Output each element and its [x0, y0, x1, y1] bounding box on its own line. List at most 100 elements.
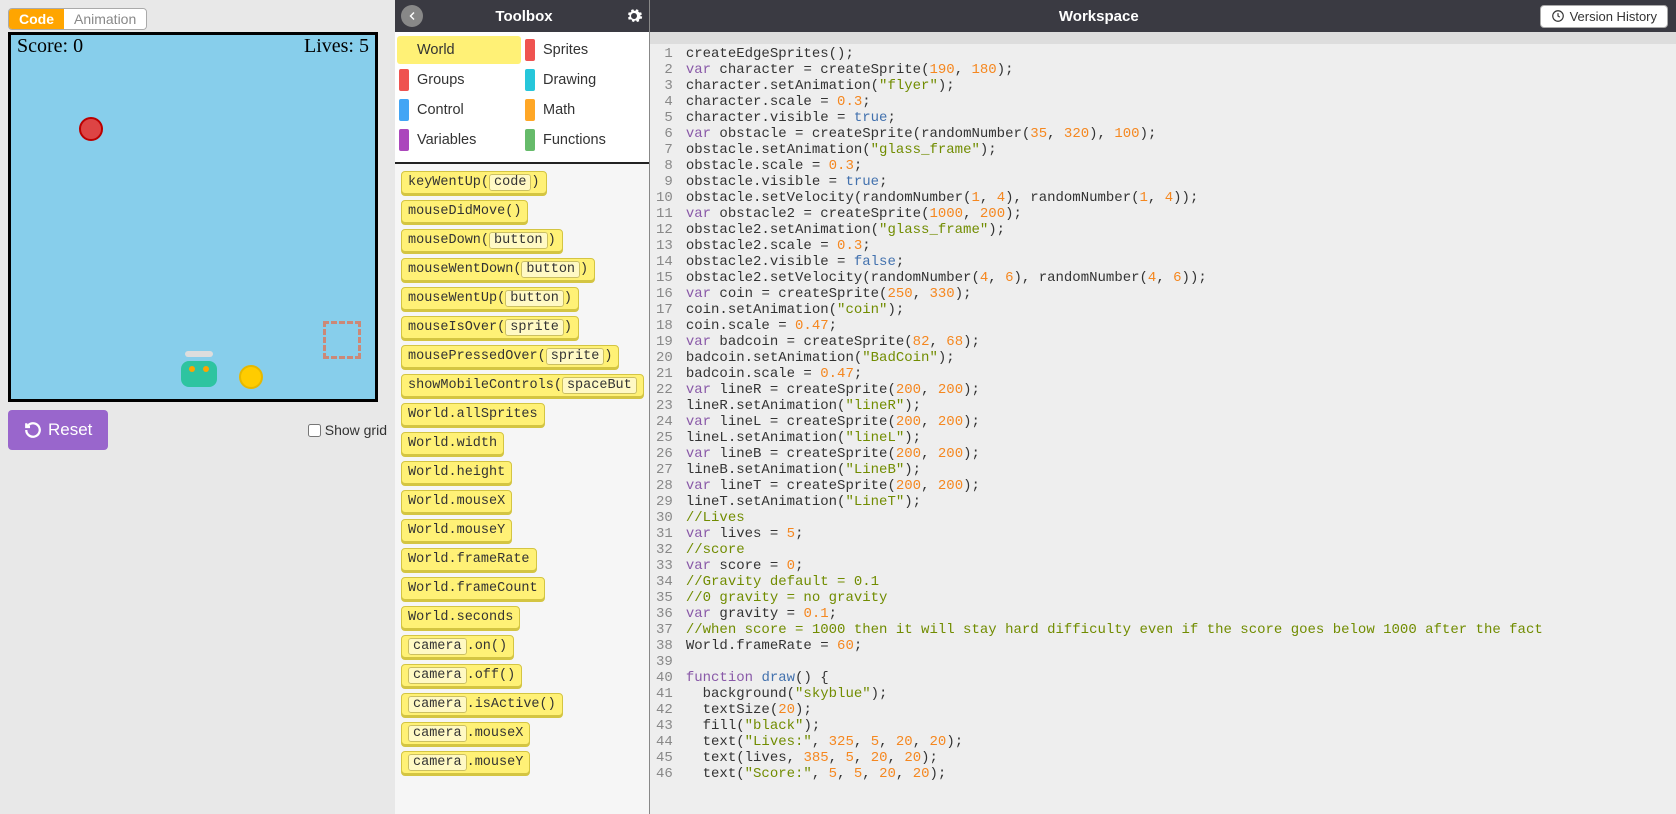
version-history-button[interactable]: Version History [1540, 5, 1668, 28]
horizontal-scrollbar[interactable] [650, 32, 1676, 44]
code-line[interactable]: lineT.setAnimation("LineT"); [686, 494, 1672, 510]
code-line[interactable]: var lineR = createSprite(200, 200); [686, 382, 1672, 398]
code-line[interactable]: character.visible = true; [686, 110, 1672, 126]
code-block[interactable]: mouseDidMove() [401, 200, 528, 223]
code-block[interactable]: camera.isActive() [401, 693, 563, 716]
workspace-header: Workspace Version History [650, 0, 1676, 32]
category-control[interactable]: Control [397, 96, 521, 124]
code-line[interactable]: obstacle.visible = true; [686, 174, 1672, 190]
code-line[interactable]: text("Lives:", 325, 5, 20, 20); [686, 734, 1672, 750]
code-line[interactable]: var lineL = createSprite(200, 200); [686, 414, 1672, 430]
line-number: 38 [656, 638, 673, 654]
code-line[interactable]: obstacle.setAnimation("glass_frame"); [686, 142, 1672, 158]
show-grid-control[interactable]: Show grid [308, 422, 387, 438]
code-block[interactable]: World.allSprites [401, 403, 545, 426]
line-number: 28 [656, 478, 673, 494]
game-canvas[interactable]: Score: 0 Lives: 5 [8, 32, 378, 402]
line-number: 1 [656, 46, 673, 62]
code-block[interactable]: camera.mouseY [401, 751, 530, 774]
show-grid-label: Show grid [325, 422, 387, 438]
code-line[interactable]: var obstacle = createSprite(randomNumber… [686, 126, 1672, 142]
category-label: Groups [417, 72, 465, 88]
show-grid-checkbox[interactable] [308, 424, 321, 437]
score-text: Score: 0 [17, 35, 83, 58]
code-block[interactable]: camera.mouseX [401, 722, 530, 745]
code-line[interactable]: //0 gravity = no gravity [686, 590, 1672, 606]
code-line[interactable]: World.frameRate = 60; [686, 638, 1672, 654]
code-block[interactable]: World.mouseX [401, 490, 512, 513]
category-groups[interactable]: Groups [397, 66, 521, 94]
code-block[interactable]: World.frameRate [401, 548, 537, 571]
code-line[interactable]: var lineT = createSprite(200, 200); [686, 478, 1672, 494]
code-line[interactable]: var character = createSprite(190, 180); [686, 62, 1672, 78]
code-block[interactable]: showMobileControls(spaceBut [401, 374, 644, 397]
code-line[interactable]: text("Score:", 5, 5, 20, 20); [686, 766, 1672, 782]
category-sprites[interactable]: Sprites [523, 36, 647, 64]
code-line[interactable]: //Gravity default = 0.1 [686, 574, 1672, 590]
code-line[interactable]: coin.setAnimation("coin"); [686, 302, 1672, 318]
code-line[interactable]: var score = 0; [686, 558, 1672, 574]
code-line[interactable]: obstacle2.visible = false; [686, 254, 1672, 270]
code-block[interactable]: World.height [401, 461, 512, 484]
category-drawing[interactable]: Drawing [523, 66, 647, 94]
code-line[interactable]: lineL.setAnimation("lineL"); [686, 430, 1672, 446]
line-number: 19 [656, 334, 673, 350]
line-number: 39 [656, 654, 673, 670]
code-line[interactable]: background("skyblue"); [686, 686, 1672, 702]
code-block[interactable]: keyWentUp(code) [401, 171, 547, 194]
code-line[interactable]: badcoin.scale = 0.47; [686, 366, 1672, 382]
tab-code[interactable]: Code [9, 9, 64, 29]
code-area[interactable]: createEdgeSprites();var character = crea… [682, 44, 1676, 814]
code-block[interactable]: World.seconds [401, 606, 520, 629]
code-line[interactable]: //Lives [686, 510, 1672, 526]
code-line[interactable]: character.setAnimation("flyer"); [686, 78, 1672, 94]
category-color-bar [525, 39, 535, 61]
code-line[interactable]: var coin = createSprite(250, 330); [686, 286, 1672, 302]
code-block[interactable]: mouseDown(button) [401, 229, 563, 252]
category-functions[interactable]: Functions [523, 126, 647, 154]
toolbox-back-button[interactable] [401, 5, 423, 27]
code-line[interactable]: var lineB = createSprite(200, 200); [686, 446, 1672, 462]
category-variables[interactable]: Variables [397, 126, 521, 154]
code-block[interactable]: mouseWentDown(button) [401, 258, 595, 281]
code-line[interactable]: var lives = 5; [686, 526, 1672, 542]
code-line[interactable]: //score [686, 542, 1672, 558]
code-line[interactable]: text(lives, 385, 5, 20, 20); [686, 750, 1672, 766]
code-line[interactable]: //when score = 1000 then it will stay ha… [686, 622, 1672, 638]
code-line[interactable]: lineR.setAnimation("lineR"); [686, 398, 1672, 414]
code-line[interactable]: coin.scale = 0.47; [686, 318, 1672, 334]
line-number: 35 [656, 590, 673, 606]
gear-icon[interactable] [625, 7, 643, 25]
reset-button[interactable]: Reset [8, 410, 108, 450]
code-line[interactable]: obstacle.setVelocity(randomNumber(1, 4),… [686, 190, 1672, 206]
code-line[interactable]: lineB.setAnimation("LineB"); [686, 462, 1672, 478]
code-block[interactable]: camera.off() [401, 664, 522, 687]
line-gutter: 1234567891011121314151617181920212223242… [650, 44, 682, 814]
code-line[interactable]: character.scale = 0.3; [686, 94, 1672, 110]
code-line[interactable]: obstacle.scale = 0.3; [686, 158, 1672, 174]
code-line[interactable]: createEdgeSprites(); [686, 46, 1672, 62]
code-line[interactable] [686, 654, 1672, 670]
code-block[interactable]: mousePressedOver(sprite) [401, 345, 619, 368]
code-line[interactable]: obstacle2.setAnimation("glass_frame"); [686, 222, 1672, 238]
code-line[interactable]: var gravity = 0.1; [686, 606, 1672, 622]
code-line[interactable]: textSize(20); [686, 702, 1672, 718]
code-block[interactable]: World.mouseY [401, 519, 512, 542]
code-line[interactable]: function draw() { [686, 670, 1672, 686]
code-block[interactable]: World.width [401, 432, 504, 455]
category-math[interactable]: Math [523, 96, 647, 124]
code-block[interactable]: mouseWentUp(button) [401, 287, 579, 310]
code-line[interactable]: obstacle2.scale = 0.3; [686, 238, 1672, 254]
code-line[interactable]: var obstacle2 = createSprite(1000, 200); [686, 206, 1672, 222]
code-editor[interactable]: 1234567891011121314151617181920212223242… [650, 44, 1676, 814]
code-block[interactable]: World.frameCount [401, 577, 545, 600]
code-line[interactable]: badcoin.setAnimation("BadCoin"); [686, 350, 1672, 366]
code-line[interactable]: var badcoin = createSprite(82, 68); [686, 334, 1672, 350]
code-line[interactable]: fill("black"); [686, 718, 1672, 734]
category-world[interactable]: World [397, 36, 521, 64]
block-list[interactable]: keyWentUp(code) mouseDidMove() mouseDown(b… [395, 164, 649, 814]
tab-animation[interactable]: Animation [64, 9, 146, 29]
code-line[interactable]: obstacle2.setVelocity(randomNumber(4, 6)… [686, 270, 1672, 286]
code-block[interactable]: mouseIsOver(sprite) [401, 316, 579, 339]
code-block[interactable]: camera.on() [401, 635, 514, 658]
